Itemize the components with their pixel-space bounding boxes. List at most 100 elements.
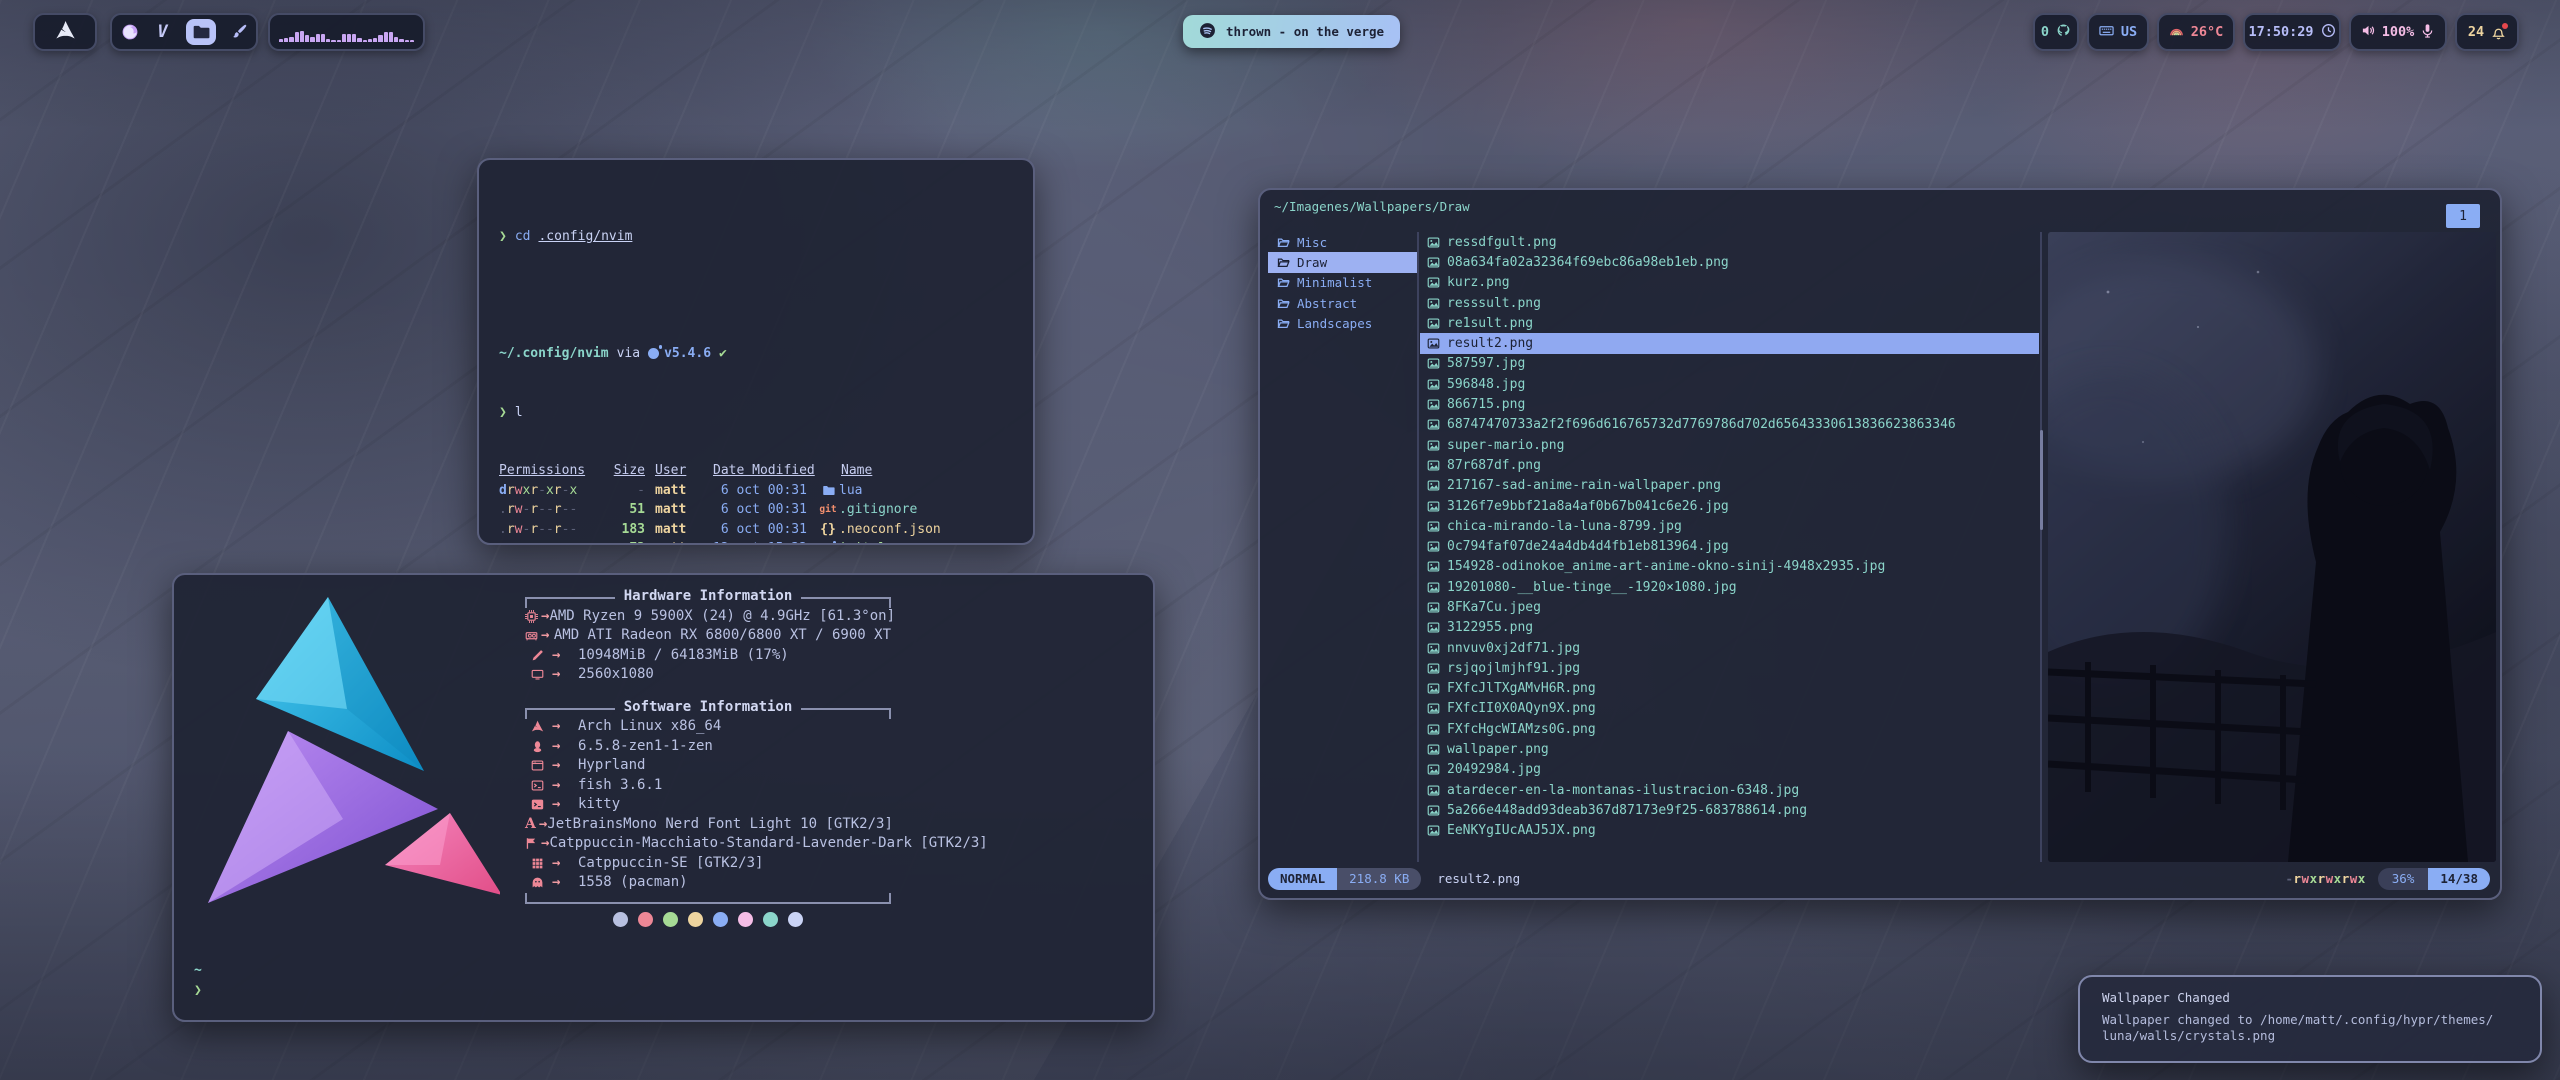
image-file-icon: [1427, 581, 1440, 594]
notification-popup[interactable]: Wallpaper Changed Wallpaper changed to /…: [2078, 975, 2542, 1063]
terminal-window[interactable]: ❯cd.config/nvim ~/.config/nvimviav5.4.6✔…: [477, 158, 1035, 545]
file-list-item[interactable]: nnvuv0xj2df71.jpg: [1420, 638, 2039, 658]
file-list-item[interactable]: 3126f7e9bbf21a8a4af0b67b041c6e26.jpg: [1420, 496, 2039, 516]
ls-output: PermissionsSizeUserDate ModifiedNamedrwx…: [499, 461, 1019, 545]
status-filename: result2.png: [1437, 871, 1520, 886]
sidebar-dir-item[interactable]: Misc: [1268, 232, 1417, 252]
updates-widget[interactable]: 24: [2455, 13, 2519, 51]
image-file-icon: [1427, 459, 1440, 472]
palette-dot: [663, 912, 678, 927]
keyboard-layout-widget[interactable]: US: [2087, 13, 2149, 51]
notifications-widget[interactable]: 0: [2033, 13, 2079, 51]
arrow-icon: →: [549, 854, 578, 874]
cava-bar: [326, 39, 330, 42]
terminal-command-line: ❯cd.config/nvim: [499, 227, 1019, 247]
file-list-item[interactable]: EeNKYgIUcAAJ5JX.png: [1420, 821, 2039, 841]
file-list-item[interactable]: 217167-sad-anime-rain-wallpaper.png: [1420, 476, 2039, 496]
fetch-info-row: →Catppuccin-Macchiato-Standard-Lavender-…: [525, 834, 891, 854]
scrollbar-thumb[interactable]: [2040, 430, 2043, 530]
fetch-info-row: →1558 (pacman): [525, 873, 891, 893]
file-list-item[interactable]: re1sult.png: [1420, 313, 2039, 333]
firefox-icon[interactable]: [120, 22, 140, 42]
clock-time: 17:50:29: [2248, 24, 2313, 40]
file-list-item[interactable]: 68747470733a2f2f696d616765732d7769786d70…: [1420, 415, 2039, 435]
image-file-icon: [1427, 784, 1440, 797]
launcher-button[interactable]: [33, 13, 97, 51]
file-list-item[interactable]: kurz.png: [1420, 273, 2039, 293]
fetch-info-row: →Catppuccin-SE [GTK2/3]: [525, 854, 891, 874]
image-file-icon: [1427, 256, 1440, 269]
file-list-item[interactable]: resssult.png: [1420, 293, 2039, 313]
file-list-item[interactable]: 0c794faf07de24a4db4d4fb1eb813964.jpg: [1420, 536, 2039, 556]
image-file-icon: [1427, 702, 1440, 715]
file-list-item[interactable]: 8FKa7Cu.jpeg: [1420, 597, 2039, 617]
file-list-item[interactable]: result2.png: [1420, 333, 2039, 353]
mic-icon: [2420, 23, 2435, 42]
keyboard-layout: US: [2121, 24, 2137, 40]
file-list-item[interactable]: FXfcHgcWIAMzs0G.png: [1420, 719, 2039, 739]
sidebar-dir-item[interactable]: Minimalist: [1268, 273, 1417, 293]
app-dock: V: [110, 13, 258, 51]
file-manager-window[interactable]: ~/Imagenes/Wallpapers/Draw 1 MiscDrawMin…: [1258, 188, 2502, 900]
palette-dot: [713, 912, 728, 927]
file-list-item[interactable]: atardecer-en-la-montanas-ilustracion-634…: [1420, 780, 2039, 800]
fetch-info: Hardware Information→AMD Ryzen 9 5900X (…: [525, 587, 891, 927]
sidebar-dir-item[interactable]: Draw: [1268, 252, 1417, 272]
file-list-item[interactable]: wallpaper.png: [1420, 739, 2039, 759]
fetch-window[interactable]: Hardware Information→AMD Ryzen 9 5900X (…: [172, 573, 1155, 1022]
cava-bar: [352, 34, 356, 42]
file-permissions: -rwxrwxrwx: [2285, 871, 2365, 886]
updates-count: 24: [2468, 24, 2484, 40]
termic2-icon: [525, 798, 549, 811]
file-name: init.lua: [839, 539, 902, 545]
image-file-icon: [1427, 378, 1440, 391]
tab-indicator[interactable]: 1: [2446, 204, 2480, 228]
paint-icon[interactable]: [229, 22, 249, 42]
file-list-item[interactable]: 5a266e448add93deab367d87173e9f25-6837886…: [1420, 800, 2039, 820]
vim-icon[interactable]: V: [153, 22, 173, 42]
clock-widget[interactable]: 17:50:29: [2243, 13, 2341, 51]
file-list-item[interactable]: 154928-odinokoe_anime-art-anime-okno-sin…: [1420, 557, 2039, 577]
file-list-item[interactable]: 87r687df.png: [1420, 455, 2039, 475]
file-list-item[interactable]: 866715.png: [1420, 394, 2039, 414]
file-list-item[interactable]: FXfcII0X0AQyn9X.png: [1420, 699, 2039, 719]
fetch-info-row: →kitty: [525, 795, 891, 815]
pane-divider: [1417, 232, 1419, 862]
palette-dot: [688, 912, 703, 927]
cava-bar: [279, 39, 283, 42]
volume-widget[interactable]: 100%: [2349, 13, 2447, 51]
file-list-item[interactable]: 3122955.png: [1420, 618, 2039, 638]
fetch-prompt-symbol[interactable]: ❯: [194, 983, 202, 998]
fontic-icon: A: [525, 815, 536, 835]
files-icon[interactable]: [186, 19, 216, 45]
image-file-icon: [1427, 500, 1440, 513]
arrow-icon: →: [549, 737, 578, 757]
file-list-item[interactable]: super-mario.png: [1420, 435, 2039, 455]
fetch-info-row: A→JetBrainsMono Nerd Font Light 10 [GTK2…: [525, 815, 891, 835]
cava-bar: [410, 40, 414, 42]
cava-bar: [289, 37, 293, 42]
folder-icon: [817, 484, 839, 497]
arrow-icon: →: [538, 834, 549, 854]
file-list-item[interactable]: 19201080-__blue-tinge__-1920×1080.jpg: [1420, 577, 2039, 597]
gpu-icon: [525, 629, 538, 642]
file-list-item[interactable]: 587597.jpg: [1420, 354, 2039, 374]
git-icon: git: [817, 500, 839, 520]
cpu-icon: [525, 610, 538, 623]
file-list-item[interactable]: 08a634fa02a32364f69ebc86a98eb1eb.png: [1420, 252, 2039, 272]
image-file-icon: [1427, 520, 1440, 533]
folder-open-icon: [1277, 256, 1290, 269]
file-list-item[interactable]: 20492984.jpg: [1420, 760, 2039, 780]
sidebar-dir-item[interactable]: Landscapes: [1268, 313, 1417, 333]
file-list-item[interactable]: FXfcJlTXgAMvH6R.png: [1420, 679, 2039, 699]
file-list-item[interactable]: chica-mirando-la-luna-8799.jpg: [1420, 516, 2039, 536]
file-list-item[interactable]: 596848.jpg: [1420, 374, 2039, 394]
media-player-widget[interactable]: thrown - on the verge: [1183, 15, 1400, 48]
file-list-item[interactable]: ressdfgult.png: [1420, 232, 2039, 252]
sidebar-dir-item[interactable]: Abstract: [1268, 293, 1417, 313]
file-name: .neoconf.json: [839, 520, 941, 540]
image-file-icon: [1427, 297, 1440, 310]
weather-widget[interactable]: 26°C: [2157, 13, 2235, 51]
cava-bar: [389, 32, 393, 42]
file-list-item[interactable]: rsjqojlmjhf91.jpg: [1420, 658, 2039, 678]
